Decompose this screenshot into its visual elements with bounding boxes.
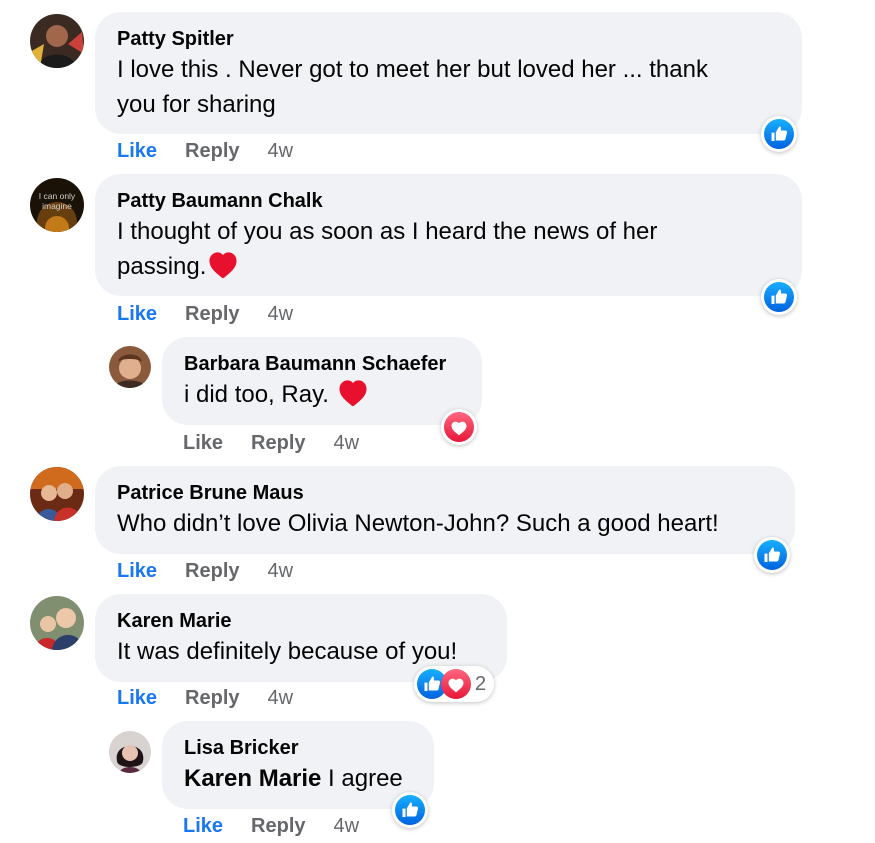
comment-actions: Like Reply 4w xyxy=(117,303,293,326)
comment-author[interactable]: Barbara Baumann Schaefer xyxy=(184,351,460,377)
comment-text: It was definitely because of you! xyxy=(117,638,458,665)
avatar-lisa-bricker[interactable] xyxy=(109,731,151,773)
reaction-summary[interactable] xyxy=(761,116,797,152)
reply-bubble: Barbara Baumann Schaefer i did too, Ray. xyxy=(162,337,482,425)
comment-author[interactable]: Karen Marie xyxy=(117,608,485,634)
red-heart-emoji xyxy=(208,251,238,279)
love-icon xyxy=(444,412,474,442)
comment-text: Karen Marie I agree xyxy=(184,765,403,792)
comment-actions: Like Reply 4w xyxy=(117,140,293,163)
like-icon xyxy=(764,119,794,149)
comment-actions: Like Reply 4w xyxy=(117,687,293,710)
avatar-barbara-baumann-schaefer[interactable] xyxy=(109,346,151,388)
avatar-patty-baumann-chalk[interactable]: I can only imagine xyxy=(30,178,84,232)
comment-timestamp[interactable]: 4w xyxy=(268,140,294,163)
comment-text: i did too, Ray. xyxy=(184,377,460,412)
comment-text: I thought of you as soon as I heard the … xyxy=(117,218,658,280)
comment-bubble: Patty Baumann Chalk I thought of you as … xyxy=(95,174,802,296)
reply-button[interactable]: Reply xyxy=(185,687,239,710)
comment-timestamp[interactable]: 4w xyxy=(334,432,360,455)
like-button[interactable]: Like xyxy=(183,432,223,455)
reaction-summary[interactable]: 2 xyxy=(414,666,495,702)
comment-bubble: Patty Spitler I love this . Never got to… xyxy=(95,12,802,134)
comment-author[interactable]: Patty Baumann Chalk xyxy=(117,188,780,214)
mention-link[interactable]: Karen Marie xyxy=(184,765,321,792)
comment-timestamp[interactable]: 4w xyxy=(268,303,294,326)
comment-timestamp[interactable]: 4w xyxy=(268,560,294,583)
reply-button[interactable]: Reply xyxy=(185,140,239,163)
red-heart-emoji xyxy=(338,379,368,407)
reply-button[interactable]: Reply xyxy=(251,815,305,838)
avatar-patty-spitler[interactable] xyxy=(30,14,84,68)
like-icon xyxy=(395,795,425,825)
reply-bubble: Lisa Bricker Karen Marie I agree xyxy=(162,721,434,809)
comment-text: I love this . Never got to meet her but … xyxy=(117,56,708,118)
comment-author[interactable]: Patrice Brune Maus xyxy=(117,480,773,506)
avatar-karen-marie[interactable] xyxy=(30,596,84,650)
like-button[interactable]: Like xyxy=(117,303,157,326)
love-icon xyxy=(441,669,471,699)
comment-text: Who didn’t love Olivia Newton-John? Such… xyxy=(117,510,719,537)
comment-author[interactable]: Lisa Bricker xyxy=(184,735,412,761)
like-button[interactable]: Like xyxy=(117,687,157,710)
reply-actions: Like Reply 4w xyxy=(183,432,359,455)
reaction-summary[interactable] xyxy=(441,409,477,445)
reply-button[interactable]: Reply xyxy=(185,560,239,583)
comment-timestamp[interactable]: 4w xyxy=(334,815,360,838)
comment-bubble: Patrice Brune Maus Who didn’t love Olivi… xyxy=(95,466,795,554)
like-button[interactable]: Like xyxy=(117,560,157,583)
comment-actions: Like Reply 4w xyxy=(117,560,293,583)
comment-timestamp[interactable]: 4w xyxy=(268,687,294,710)
reaction-count: 2 xyxy=(475,672,487,695)
reply-button[interactable]: Reply xyxy=(185,303,239,326)
avatar-caption: I can only xyxy=(39,191,76,201)
reaction-summary[interactable] xyxy=(754,537,790,573)
comment-author[interactable]: Patty Spitler xyxy=(117,26,780,52)
like-button[interactable]: Like xyxy=(183,815,223,838)
like-button[interactable]: Like xyxy=(117,140,157,163)
like-icon xyxy=(757,540,787,570)
reply-actions: Like Reply 4w xyxy=(183,815,359,838)
reaction-summary[interactable] xyxy=(392,792,428,828)
avatar-caption: imagine xyxy=(42,201,72,211)
reply-button[interactable]: Reply xyxy=(251,432,305,455)
avatar-patrice-brune-maus[interactable] xyxy=(30,467,84,521)
reaction-summary[interactable] xyxy=(761,279,797,315)
like-icon xyxy=(764,282,794,312)
